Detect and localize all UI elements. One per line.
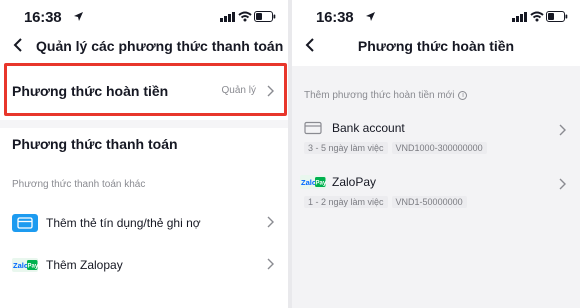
back-chevron-icon[interactable] bbox=[12, 37, 24, 53]
nav-bar: Phương thức hoàn tiền bbox=[292, 30, 580, 66]
add-card-option[interactable]: Thêm thẻ tín dụng/thẻ ghi nợ bbox=[0, 202, 288, 242]
status-time: 16:38 bbox=[316, 9, 354, 26]
page-title: Quản lý các phương thức thanh toán bbox=[36, 38, 284, 54]
amount-range-tag: VND1000-300000000 bbox=[391, 142, 487, 154]
bank-card-icon bbox=[304, 121, 322, 135]
chevron-right-icon bbox=[559, 178, 566, 190]
left-screen: 16:38 Quản lý các phương thức thanh toán… bbox=[0, 0, 288, 308]
add-refund-method-label: Thêm phương thức hoàn tiền mới i bbox=[304, 90, 468, 101]
svg-text:Zalo: Zalo bbox=[13, 261, 29, 270]
location-arrow-icon bbox=[366, 12, 375, 21]
page-title: Phương thức hoàn tiền bbox=[357, 38, 515, 54]
refund-method-bank-account[interactable]: Bank account 3 - 5 ngày làm việc VND1000… bbox=[292, 114, 580, 164]
highlight-box bbox=[4, 63, 287, 116]
zalopay-icon: Zalo Pay bbox=[300, 175, 326, 189]
add-card-label: Thêm thẻ tín dụng/thẻ ghi nợ bbox=[46, 216, 201, 230]
status-bar: 16:38 bbox=[0, 0, 288, 32]
svg-text:Pay: Pay bbox=[316, 181, 327, 187]
method-tags: 1 - 2 ngày làm việc VND1-50000000 bbox=[304, 196, 467, 208]
location-arrow-icon bbox=[74, 12, 83, 21]
zalopay-icon: Zalo Pay bbox=[12, 256, 38, 274]
info-icon[interactable]: i bbox=[458, 91, 468, 100]
nav-bar: Quản lý các phương thức thanh toán bbox=[0, 30, 288, 62]
method-tags: 3 - 5 ngày làm việc VND1000-300000000 bbox=[304, 142, 487, 154]
right-screen: 16:38 Phương thức hoàn tiền Thêm phương … bbox=[292, 0, 580, 308]
battery-icon bbox=[254, 11, 276, 22]
amount-range-tag: VND1-50000000 bbox=[391, 196, 467, 208]
chevron-right-icon bbox=[267, 216, 274, 228]
section-divider bbox=[0, 120, 288, 128]
wifi-icon bbox=[530, 11, 544, 22]
battery-icon bbox=[546, 11, 568, 22]
chevron-right-icon bbox=[559, 124, 566, 136]
method-name: ZaloPay bbox=[332, 175, 377, 189]
status-time: 16:38 bbox=[24, 9, 62, 26]
processing-time-tag: 3 - 5 ngày làm việc bbox=[304, 142, 388, 154]
cellular-signal-icon bbox=[220, 12, 235, 22]
status-bar: 16:38 bbox=[292, 0, 580, 32]
add-zalopay-option[interactable]: Zalo Pay Thêm Zalopay bbox=[0, 244, 288, 284]
add-refund-method-text: Thêm phương thức hoàn tiền mới bbox=[304, 90, 455, 101]
payment-methods-title: Phương thức thanh toán bbox=[12, 136, 178, 152]
credit-card-icon bbox=[12, 214, 38, 232]
processing-time-tag: 1 - 2 ngày làm việc bbox=[304, 196, 388, 208]
refund-method-zalopay[interactable]: Zalo Pay ZaloPay 1 - 2 ngày làm việc VND1… bbox=[292, 168, 580, 218]
other-payment-methods-label: Phương thức thanh toán khác bbox=[12, 179, 146, 190]
svg-text:Zalo: Zalo bbox=[301, 178, 317, 187]
method-name: Bank account bbox=[332, 121, 405, 135]
chevron-right-icon bbox=[267, 258, 274, 270]
cellular-signal-icon bbox=[512, 12, 527, 22]
wifi-icon bbox=[238, 11, 252, 22]
svg-text:Pay: Pay bbox=[28, 264, 39, 270]
add-zalopay-label: Thêm Zalopay bbox=[46, 258, 123, 272]
